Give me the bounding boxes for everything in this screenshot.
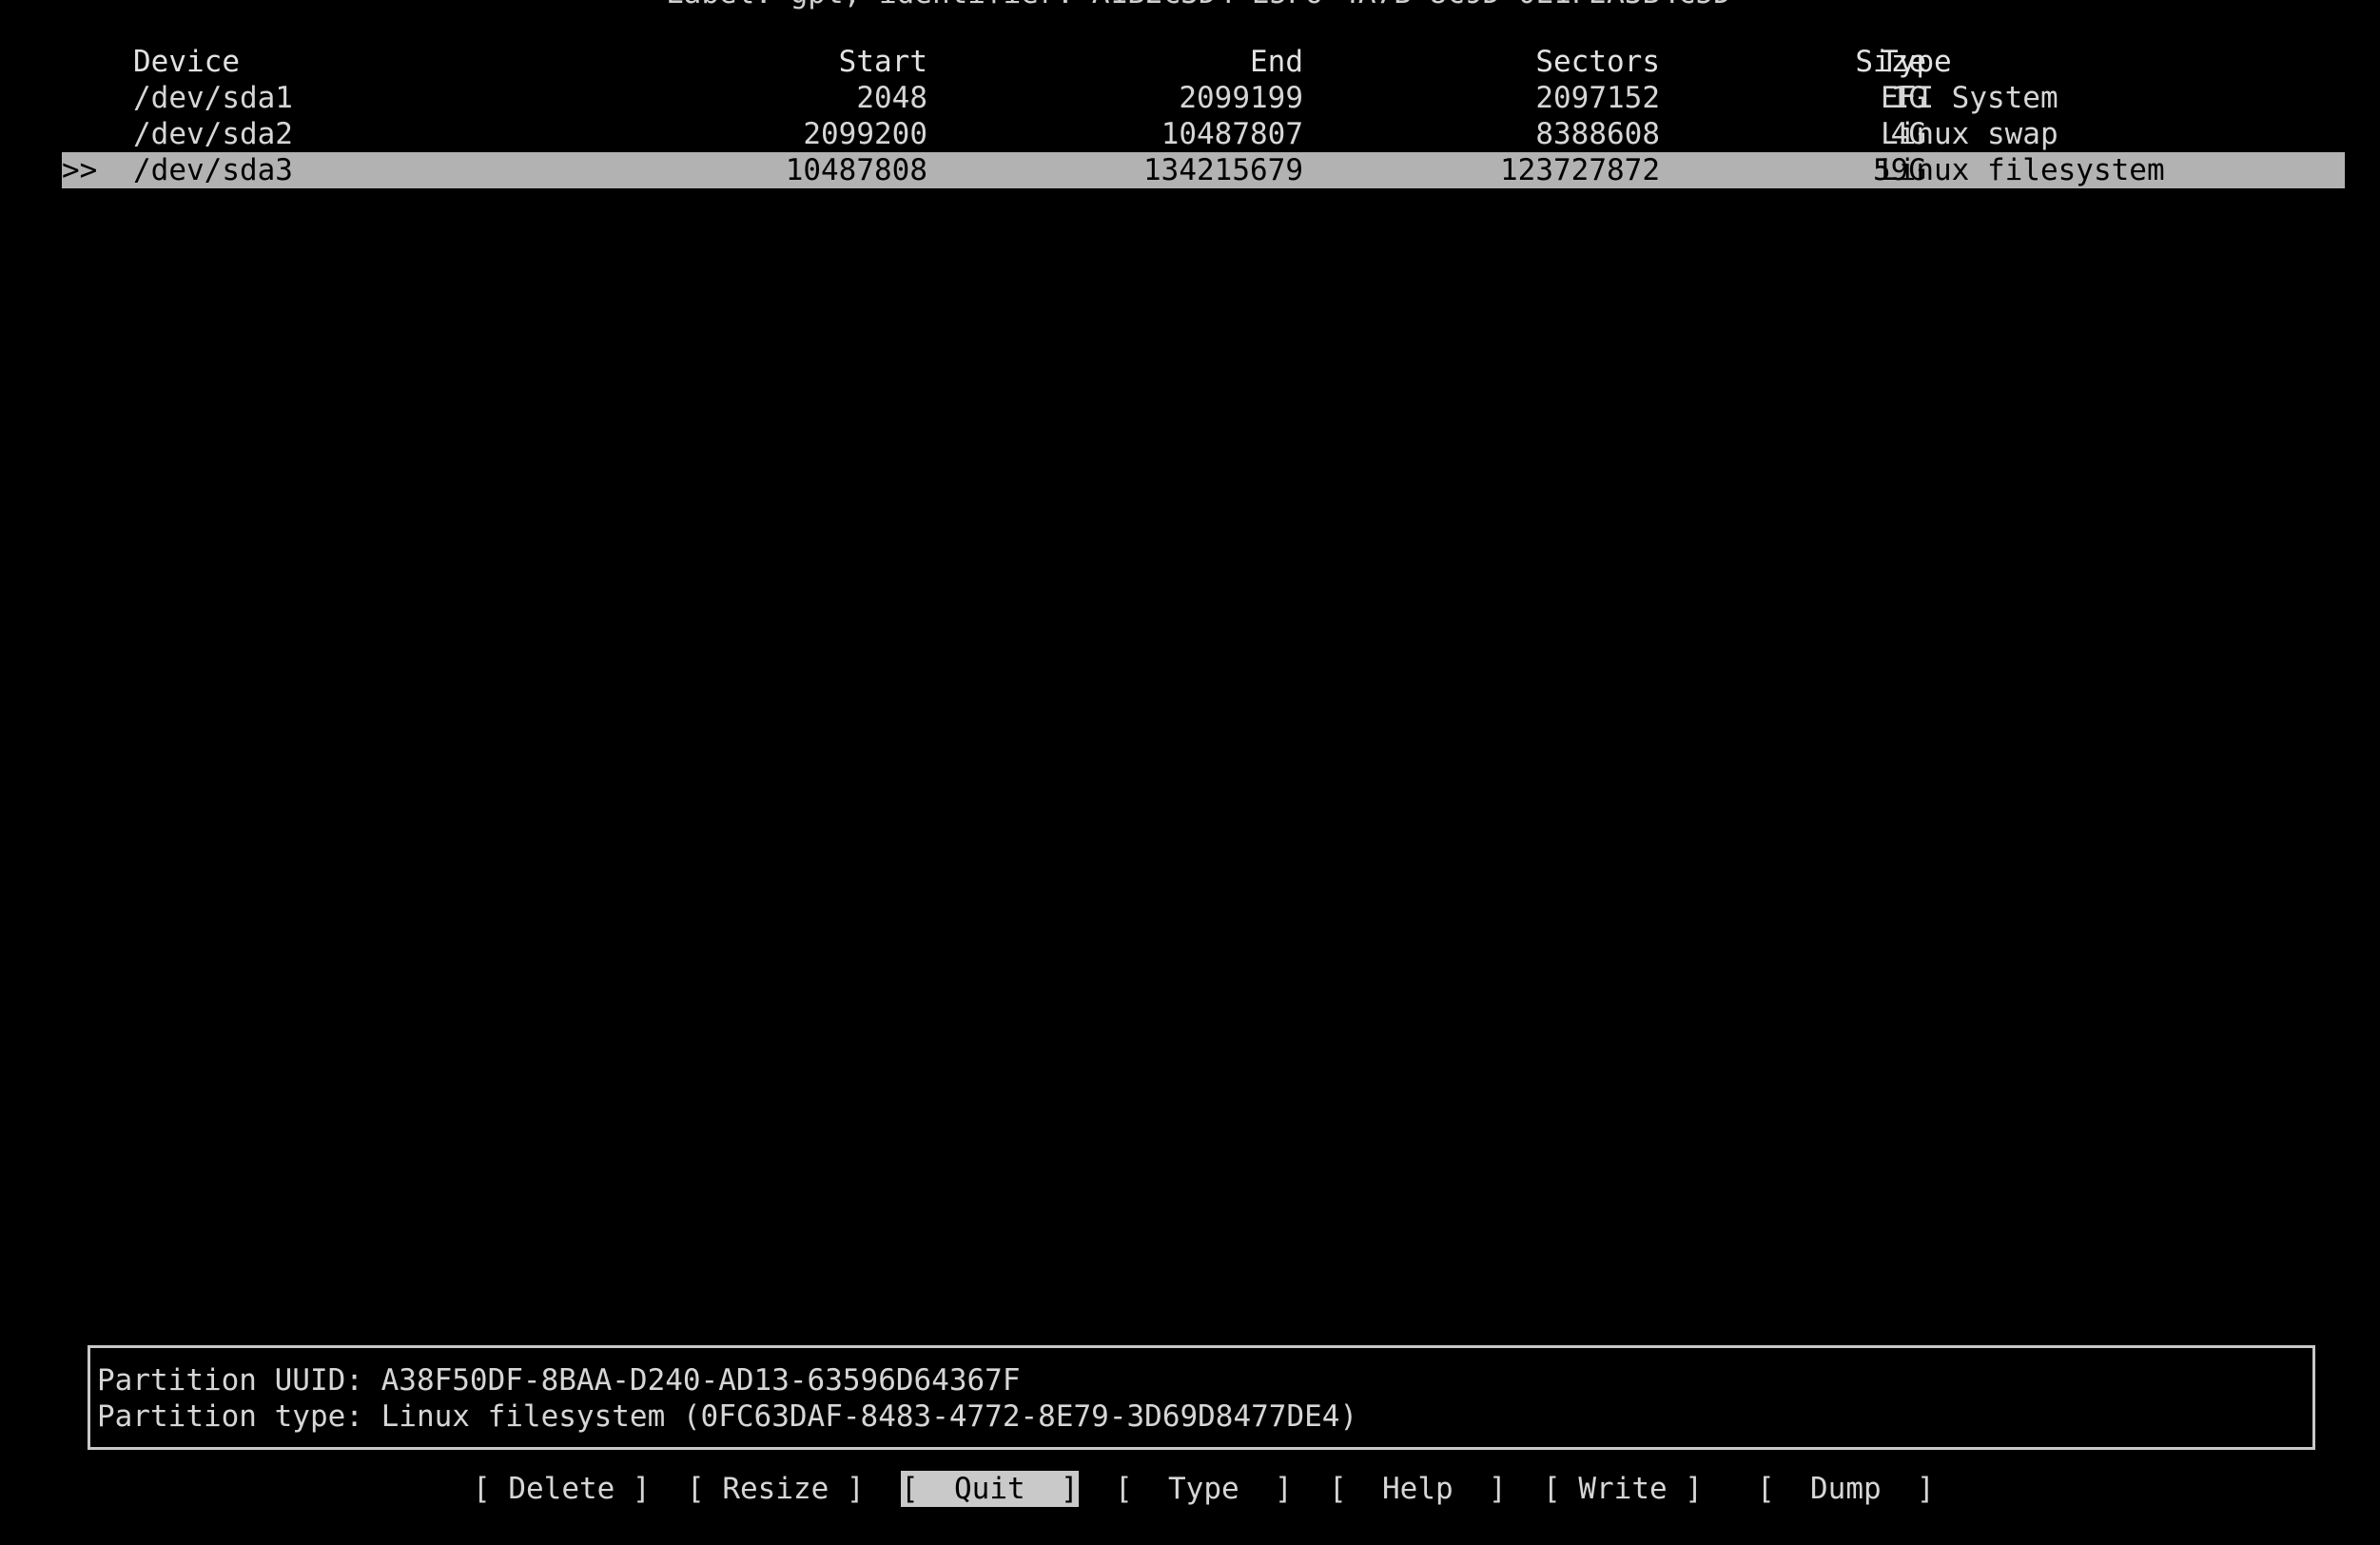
selection-marker (62, 80, 128, 116)
row-start: 10487808 (785, 153, 927, 187)
action-menu: [ Delete ] [ Resize ] [ Quit ] [ Type ] … (0, 1471, 2380, 1507)
row-end: 134215679 (1143, 153, 1303, 187)
dump-button[interactable]: [ Dump ] (1757, 1471, 1935, 1507)
row-sectors: 123727872 (1500, 153, 1660, 187)
partition-type: Partition type: Linux filesystem (0FC63D… (97, 1399, 1358, 1434)
row-type: Linux swap (1881, 117, 2058, 151)
column-start: Start (838, 45, 927, 79)
row-sectors: 8388608 (1535, 117, 1660, 151)
column-type: Type (1881, 45, 1952, 79)
partition-uuid: Partition UUID: A38F50DF-8BAA-D240-AD13-… (97, 1363, 1021, 1398)
column-sectors: Sectors (1535, 45, 1660, 79)
type-button[interactable]: [ Type ] (1115, 1471, 1293, 1507)
row-type: EFI System (1881, 81, 2058, 115)
table-row[interactable]: /dev/sda1 2048 2099199 2097152 1G EFI Sy… (62, 80, 2345, 116)
delete-button[interactable]: [ Delete ] (473, 1471, 651, 1507)
quit-button[interactable]: [ Quit ] (901, 1471, 1079, 1507)
disk-label-line: Label: gpt, identifier: A1B2C3D4-E5F6-4A… (666, 0, 1741, 11)
row-start: 2099200 (803, 117, 927, 151)
resize-button[interactable]: [ Resize ] (687, 1471, 865, 1507)
partition-info-box: Partition UUID: A38F50DF-8BAA-D240-AD13-… (88, 1345, 2315, 1450)
row-sectors: 2097152 (1535, 81, 1660, 115)
help-button[interactable]: [ Help ] (1329, 1471, 1507, 1507)
column-end: End (1250, 45, 1303, 79)
selection-marker: >> (62, 153, 98, 187)
table-row-selected[interactable]: >> /dev/sda3 10487808 134215679 12372787… (62, 152, 2345, 188)
selection-marker (62, 116, 128, 152)
table-row[interactable]: /dev/sda2 2099200 10487807 8388608 4G Li… (62, 116, 2345, 152)
row-end: 2099199 (1179, 81, 1303, 115)
row-type: Linux filesystem (1881, 153, 2165, 187)
row-start: 2048 (856, 81, 927, 115)
row-end: 10487807 (1161, 117, 1303, 151)
write-button[interactable]: [ Write ] (1543, 1471, 1703, 1507)
table-header: Device Start End Sectors Size Type (62, 44, 2345, 80)
partition-table: Device Start End Sectors Size Type /dev/… (62, 44, 2345, 188)
